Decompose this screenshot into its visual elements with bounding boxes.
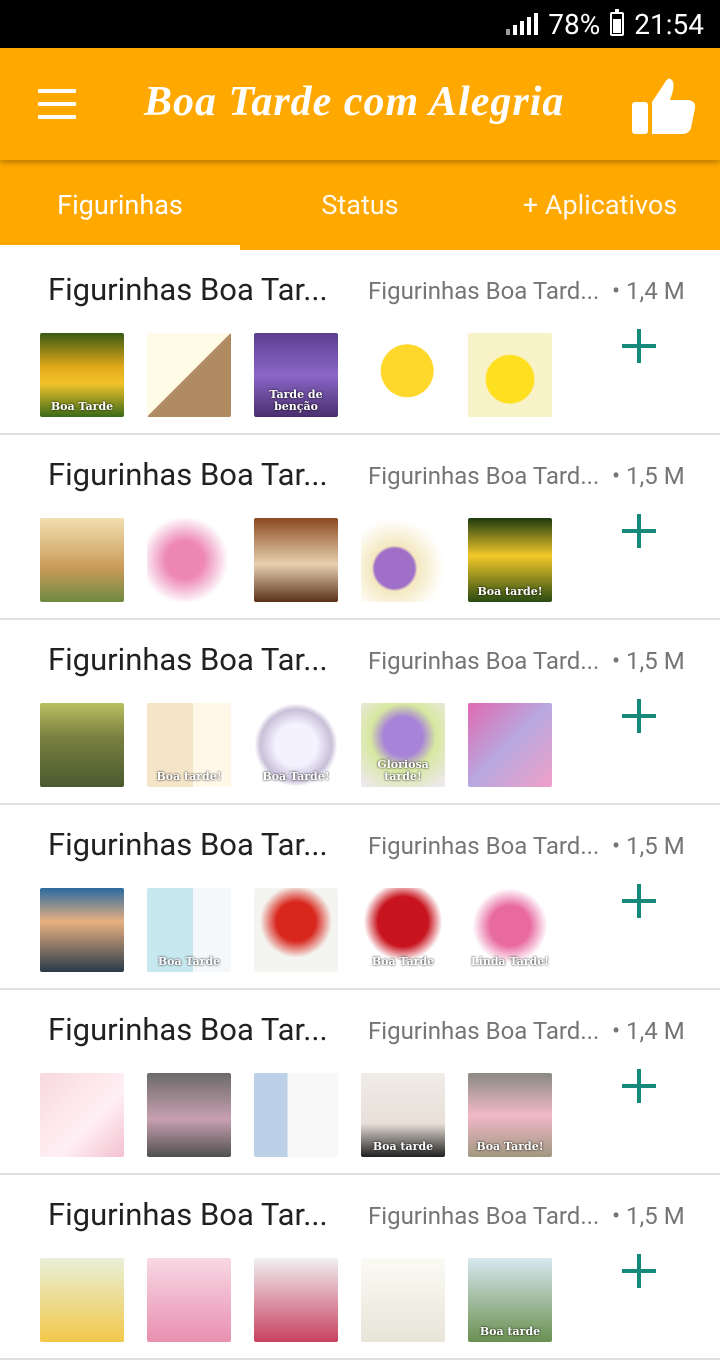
sticker-pack-row[interactable]: Figurinhas Boa Tar... Figurinhas Boa Tard… bbox=[0, 621, 720, 805]
sticker-caption: Boa tarde bbox=[372, 1140, 434, 1153]
sticker-thumbnail bbox=[468, 703, 552, 787]
pack-author: Figurinhas Boa Tard... bbox=[368, 462, 600, 490]
sticker-thumbnail bbox=[254, 518, 338, 602]
sticker-pack-row[interactable]: Figurinhas Boa Tar... Figurinhas Boa Tard… bbox=[0, 1176, 720, 1360]
pack-author: Figurinhas Boa Tard... bbox=[368, 277, 600, 305]
sticker-thumbnail bbox=[147, 1073, 231, 1157]
sticker-thumbnail: Boa Tarde bbox=[361, 888, 445, 972]
pack-size: • 1,5 M bbox=[612, 462, 685, 490]
tab-figurinhas[interactable]: Figurinhas bbox=[0, 160, 240, 250]
battery-percent: 78% bbox=[548, 7, 601, 41]
sticker-thumbnail: Boa Tarde bbox=[147, 888, 231, 972]
pack-title: Figurinhas Boa Tar... bbox=[48, 456, 328, 493]
add-pack-plus-icon[interactable] bbox=[622, 699, 656, 733]
sticker-pack-row[interactable]: Figurinhas Boa Tar... Figurinhas Boa Tard… bbox=[0, 991, 720, 1175]
sticker-thumbnail: Boa tarde bbox=[361, 1073, 445, 1157]
sticker-caption: Boa tarde bbox=[479, 1325, 541, 1338]
pack-size: • 1,4 M bbox=[612, 1017, 685, 1045]
sticker-thumbnail bbox=[254, 888, 338, 972]
add-pack-plus-icon[interactable] bbox=[622, 1069, 656, 1103]
sticker-thumbnail bbox=[40, 1073, 124, 1157]
thumbs-up-icon[interactable] bbox=[628, 72, 698, 138]
sticker-thumbnail bbox=[147, 333, 231, 417]
pack-size: • 1,4 M bbox=[612, 277, 685, 305]
sticker-thumbnail: Boa Tarde! bbox=[468, 1073, 552, 1157]
sticker-thumbnail bbox=[40, 1258, 124, 1342]
add-pack-plus-icon[interactable] bbox=[622, 514, 656, 548]
sticker-thumbnail: Boa tarde! bbox=[468, 518, 552, 602]
sticker-thumbnail bbox=[254, 1258, 338, 1342]
sticker-thumbnail bbox=[40, 703, 124, 787]
sticker-thumbnail bbox=[254, 1073, 338, 1157]
sticker-thumbnail bbox=[361, 518, 445, 602]
add-pack-plus-icon[interactable] bbox=[622, 329, 656, 363]
pack-title: Figurinhas Boa Tar... bbox=[48, 271, 328, 308]
hamburger-menu-icon[interactable] bbox=[38, 89, 76, 119]
sticker-thumbnail bbox=[468, 333, 552, 417]
sticker-caption: Boa tarde! bbox=[477, 585, 543, 598]
status-bar: 78% 21:54 bbox=[0, 0, 720, 48]
pack-size: • 1,5 M bbox=[612, 832, 685, 860]
battery-icon bbox=[610, 9, 625, 36]
sticker-thumbnail bbox=[147, 1258, 231, 1342]
add-pack-plus-icon[interactable] bbox=[622, 884, 656, 918]
sticker-thumbnail: Linda Tarde! bbox=[468, 888, 552, 972]
tab-aplicativos[interactable]: + Aplicativos bbox=[480, 160, 720, 250]
sticker-caption: Boa Tarde! bbox=[476, 1140, 544, 1153]
sticker-pack-row[interactable]: Figurinhas Boa Tar... Figurinhas Boa Tard… bbox=[0, 806, 720, 990]
sticker-thumbnail bbox=[40, 518, 124, 602]
pack-title: Figurinhas Boa Tar... bbox=[48, 1196, 328, 1233]
tab-bar: Figurinhas Status + Aplicativos bbox=[0, 160, 720, 250]
sticker-caption: Boa Tarde bbox=[371, 955, 435, 968]
sticker-thumbnail: Boa Tarde! bbox=[254, 703, 338, 787]
sticker-thumbnail bbox=[40, 888, 124, 972]
sticker-thumbnail bbox=[361, 1258, 445, 1342]
sticker-thumbnail: Tarde de benção bbox=[254, 333, 338, 417]
sticker-thumbnail: Gloriosa tarde! bbox=[361, 703, 445, 787]
sticker-pack-row[interactable]: Figurinhas Boa Tar... Figurinhas Boa Tard… bbox=[0, 251, 720, 435]
pack-author: Figurinhas Boa Tard... bbox=[368, 832, 600, 860]
sticker-caption: Tarde de benção bbox=[269, 388, 323, 413]
tab-status[interactable]: Status bbox=[240, 160, 480, 250]
sticker-thumbnail: Boa Tarde bbox=[40, 333, 124, 417]
sticker-caption: Boa Tarde! bbox=[262, 770, 330, 783]
pack-title: Figurinhas Boa Tar... bbox=[48, 1011, 328, 1048]
add-pack-plus-icon[interactable] bbox=[622, 1254, 656, 1288]
clock: 21:54 bbox=[634, 7, 704, 41]
signal-icon bbox=[506, 13, 539, 35]
sticker-thumbnail bbox=[361, 333, 445, 417]
sticker-caption: Boa tarde! bbox=[156, 770, 222, 783]
sticker-caption: Linda Tarde! bbox=[470, 955, 550, 968]
sticker-caption: Gloriosa tarde! bbox=[377, 758, 429, 783]
sticker-pack-row[interactable]: Figurinhas Boa Tar... Figurinhas Boa Tard… bbox=[0, 436, 720, 620]
pack-author: Figurinhas Boa Tard... bbox=[368, 647, 600, 675]
sticker-caption: Boa Tarde bbox=[50, 400, 114, 413]
app-bar: Boa Tarde com Alegria bbox=[0, 48, 720, 160]
pack-author: Figurinhas Boa Tard... bbox=[368, 1202, 600, 1230]
sticker-thumbnail: Boa tarde! bbox=[147, 703, 231, 787]
pack-size: • 1,5 M bbox=[612, 1202, 685, 1230]
sticker-thumbnail bbox=[147, 518, 231, 602]
app-title: Boa Tarde com Alegria bbox=[144, 79, 565, 125]
pack-size: • 1,5 M bbox=[612, 647, 685, 675]
pack-author: Figurinhas Boa Tard... bbox=[368, 1017, 600, 1045]
sticker-caption: Boa Tarde bbox=[157, 955, 221, 968]
pack-title: Figurinhas Boa Tar... bbox=[48, 641, 328, 678]
pack-title: Figurinhas Boa Tar... bbox=[48, 826, 328, 863]
sticker-thumbnail: Boa tarde bbox=[468, 1258, 552, 1342]
